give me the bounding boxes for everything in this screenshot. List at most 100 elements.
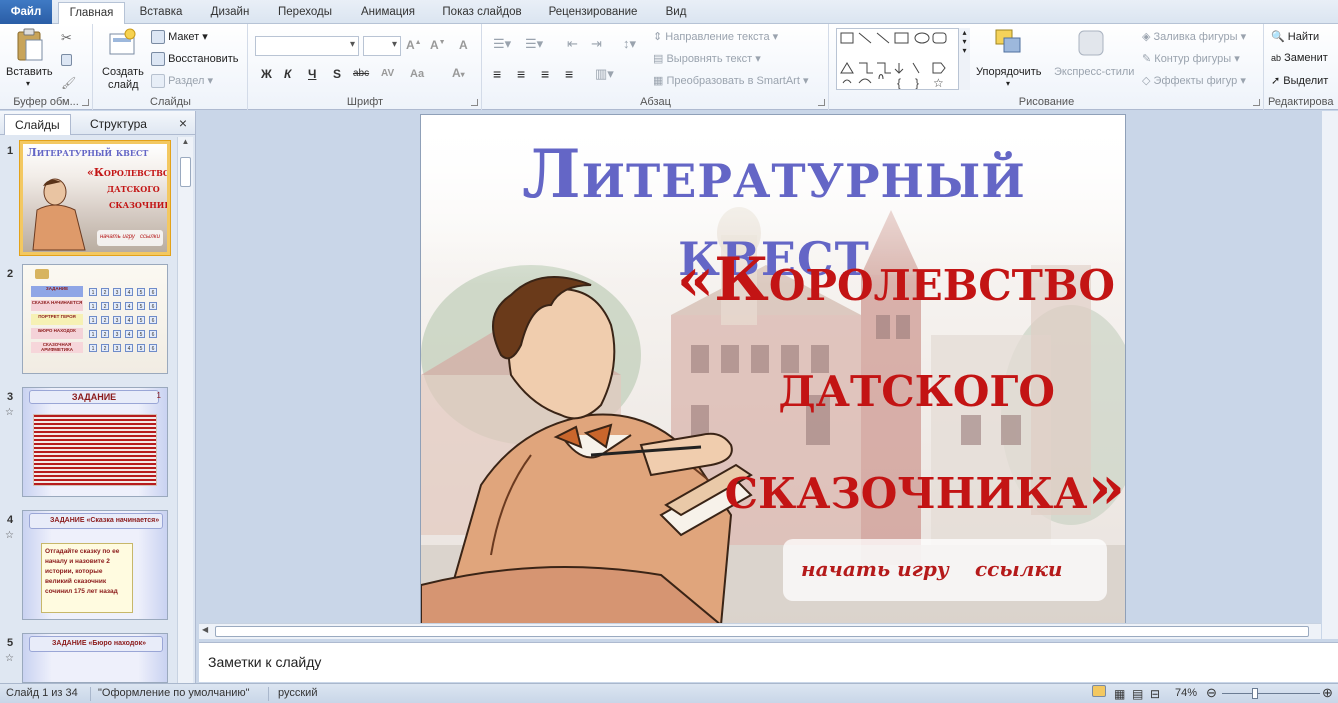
thumbnail-row-5[interactable]: 5 ☆ ЗАДАНИЕ «Бюро находок» — [0, 633, 178, 683]
arrange-icon — [995, 29, 1021, 53]
columns-icon[interactable]: ▥▾ — [595, 66, 614, 82]
slide-thumbnail-4[interactable]: ЗАДАНИЕ «Сказка начинается» Отгадайте ск… — [22, 510, 168, 620]
shadow-button[interactable]: S — [333, 67, 341, 81]
tab-outline[interactable]: Структура — [80, 114, 157, 135]
tab-transitions[interactable]: Переходы — [270, 2, 340, 24]
scroll-left-icon[interactable]: ◀ — [202, 625, 208, 634]
clipboard-launcher-icon[interactable] — [82, 99, 89, 106]
paragraph-launcher-icon[interactable] — [818, 99, 825, 106]
font-launcher-icon[interactable] — [471, 99, 478, 106]
new-slide-button[interactable]: Создать слайд — [98, 26, 148, 91]
char-spacing-button[interactable]: AV — [381, 68, 394, 79]
bullets-icon[interactable]: ☰▾ — [493, 36, 511, 52]
thumbnail-row-3[interactable]: 3 ☆ ЗАДАНИЕ 1 — [0, 387, 178, 501]
select-button[interactable]: ➚ Выделит — [1271, 74, 1328, 87]
font-color-button[interactable]: A▾ — [452, 66, 465, 80]
shapes-gallery[interactable]: { } ☆ — [836, 28, 970, 90]
close-icon[interactable]: × — [179, 115, 187, 131]
tab-view[interactable]: Вид — [656, 2, 696, 24]
decrease-indent-icon[interactable]: ⇤ — [567, 36, 578, 52]
normal-view-icon[interactable] — [1092, 685, 1106, 698]
slide-thumbnail-3[interactable]: ЗАДАНИЕ 1 — [22, 387, 168, 497]
language-indicator[interactable]: русский — [278, 687, 317, 699]
justify-icon[interactable]: ≡ — [565, 66, 573, 82]
zoom-level[interactable]: 74% — [1175, 687, 1197, 699]
tab-home[interactable]: Главная — [58, 2, 125, 25]
quick-styles-button[interactable]: Экспресс-стили — [1050, 26, 1136, 90]
tab-slideshow[interactable]: Показ слайдов — [434, 2, 530, 24]
tab-design[interactable]: Дизайн — [200, 2, 260, 24]
editor-horizontal-scrollbar[interactable]: ◀ — [199, 623, 1321, 639]
underline-button[interactable]: Ч — [308, 67, 316, 81]
tab-insert[interactable]: Вставка — [131, 2, 191, 24]
shrink-font-icon[interactable]: A▼ — [430, 38, 446, 52]
align-text-button[interactable]: ▤ Выровнять текст ▾ — [653, 52, 761, 65]
zoom-slider-thumb[interactable] — [1252, 688, 1258, 699]
arrange-button[interactable]: Упорядочить ▾ — [976, 26, 1046, 90]
slide-subtitle-line-1[interactable]: «Королевство — [677, 245, 1115, 315]
thumbnail-row-4[interactable]: 4 ☆ ЗАДАНИЕ «Сказка начинается» Отгадайт… — [0, 510, 178, 624]
slide-subtitle-line-2[interactable]: датского — [778, 351, 1055, 421]
tab-animation[interactable]: Анимация — [348, 2, 428, 24]
zoom-out-icon[interactable]: ⊖ — [1206, 685, 1217, 701]
drawing-launcher-icon[interactable] — [1253, 99, 1260, 106]
reading-view-icon[interactable]: ▤ — [1132, 687, 1143, 701]
slide-thumbnail-1[interactable]: Литературный квест «Королевство датского… — [20, 141, 170, 255]
layout-button[interactable]: Макет ▾ — [151, 30, 208, 45]
shape-outline-button[interactable]: ✎ Контур фигуры ▾ — [1142, 52, 1240, 65]
find-button[interactable]: 🔍 Найти — [1271, 30, 1319, 43]
grow-font-icon[interactable]: A▲ — [406, 38, 422, 52]
start-game-button[interactable]: начать игру — [801, 557, 949, 581]
tab-review[interactable]: Рецензирование — [538, 2, 648, 24]
thumbnail-row-1[interactable]: 1 Литературный квест «Королевство датско… — [0, 141, 178, 257]
slides-panel-scroll-thumb[interactable] — [180, 157, 191, 187]
font-family-select[interactable] — [255, 36, 359, 56]
thumbnail-row-2[interactable]: 2 ЗАДАНИЕ 1 2 3 4 5 6 СКАЗКА НАЧИНАЕТСЯ 1 2 3 4 5 6 ПО… — [0, 264, 178, 378]
strikethrough-button[interactable]: abc — [353, 68, 369, 79]
slide-sorter-icon[interactable]: ▦ — [1114, 687, 1125, 701]
italic-button[interactable]: К — [284, 67, 291, 81]
arrange-dropdown-icon[interactable]: ▾ — [1006, 79, 1010, 88]
tab-file[interactable]: Файл — [0, 0, 52, 24]
paste-button[interactable]: Вставить ▾ — [4, 26, 56, 90]
zoom-slider[interactable] — [1222, 693, 1320, 694]
change-case-button[interactable]: Aa — [410, 68, 424, 80]
scroll-up-icon[interactable]: ▲ — [178, 137, 193, 146]
reset-button[interactable]: Восстановить — [151, 52, 239, 66]
notes-pane[interactable]: Заметки к слайду — [199, 642, 1338, 682]
clear-format-icon[interactable]: A — [459, 38, 468, 52]
slide-canvas[interactable]: Литературный квест «Королевство датского… — [420, 114, 1126, 624]
smartart-button[interactable]: ▦ Преобразовать в SmartArt ▾ — [653, 74, 808, 87]
align-center-icon[interactable]: ≡ — [517, 66, 525, 82]
tab-slides[interactable]: Слайды — [4, 114, 71, 135]
copy-icon[interactable] — [61, 54, 72, 67]
replace-button[interactable]: ab Заменит — [1271, 52, 1328, 64]
notes-placeholder: Заметки к слайду — [208, 654, 322, 670]
font-size-select[interactable] — [363, 36, 401, 56]
shapes-gallery-scroll[interactable]: ▴ ▾ ▾ — [958, 28, 970, 90]
align-right-icon[interactable]: ≡ — [541, 66, 549, 82]
slide-thumbnail-2[interactable]: ЗАДАНИЕ 1 2 3 4 5 6 СКАЗКА НАЧИНАЕТСЯ 1 2 3 4 5 6 ПОРТ… — [22, 264, 168, 374]
paste-dropdown-icon[interactable]: ▾ — [26, 79, 30, 88]
section-button[interactable]: Раздел ▾ — [151, 74, 213, 89]
bold-button[interactable]: Ж — [261, 67, 272, 81]
slideshow-icon[interactable]: ⊟ — [1150, 687, 1160, 701]
theme-name[interactable]: "Оформление по умолчанию" — [98, 687, 250, 699]
numbering-icon[interactable]: ☰▾ — [525, 36, 543, 52]
increase-indent-icon[interactable]: ⇥ — [591, 36, 602, 52]
editor-vertical-scrollbar[interactable] — [1322, 111, 1338, 639]
text-direction-button[interactable]: ⇕ Направление текста ▾ — [653, 30, 778, 43]
links-button[interactable]: ссылки — [975, 557, 1062, 581]
slide-subtitle-line-3[interactable]: сказочника» — [725, 453, 1125, 523]
slides-panel-scrollbar[interactable]: ▲ — [177, 137, 193, 683]
cut-icon[interactable]: ✂ — [61, 30, 72, 46]
shape-fill-button[interactable]: ◈ Заливка фигуры ▾ — [1142, 30, 1246, 43]
align-left-icon[interactable]: ≡ — [493, 66, 501, 82]
format-painter-icon[interactable]: 🖌 — [61, 76, 76, 90]
editor-horizontal-scroll-thumb[interactable] — [215, 626, 1309, 637]
shape-effects-button[interactable]: ◇ Эффекты фигур ▾ — [1142, 74, 1246, 87]
zoom-in-icon[interactable]: ⊕ — [1322, 685, 1333, 701]
align-text-label: Выровнять текст — [666, 53, 753, 65]
line-spacing-icon[interactable]: ↕▾ — [623, 36, 636, 52]
slide-thumbnail-5[interactable]: ЗАДАНИЕ «Бюро находок» — [22, 633, 168, 683]
